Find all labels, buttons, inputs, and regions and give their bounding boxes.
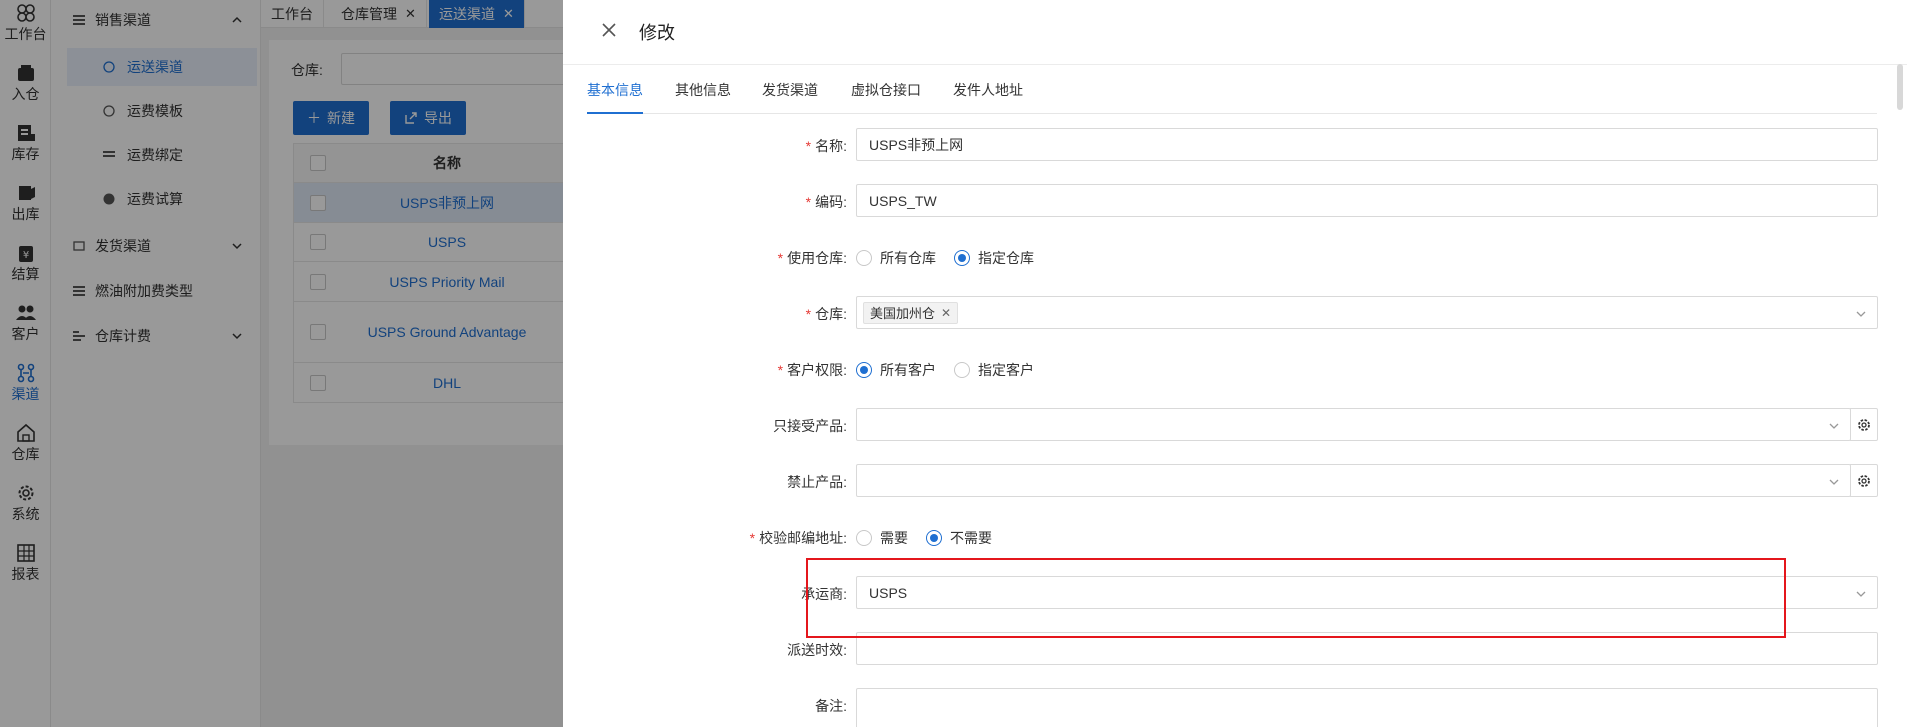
remark-textarea[interactable]	[856, 688, 1878, 727]
tab-sender-address[interactable]: 发件人地址	[953, 80, 1023, 114]
edit-drawer: 修改 基本信息 其他信息 发货渠道 虚拟仓接口 发件人地址 * 名称: USPS非…	[563, 0, 1907, 727]
name-label: * 名称:	[805, 138, 847, 154]
chevron-down-icon	[1829, 423, 1839, 429]
radio-specified-warehouse[interactable]: 指定仓库	[954, 248, 1034, 268]
accepted-products-label: 只接受产品:	[773, 418, 847, 434]
drawer-tabs: 基本信息 其他信息 发货渠道 虚拟仓接口 发件人地址	[587, 80, 1877, 114]
forbidden-products-select[interactable]	[856, 464, 1851, 497]
forbidden-products-settings-button[interactable]	[1850, 464, 1878, 497]
drawer-title: 修改	[639, 23, 675, 43]
use-warehouse-radio-group: 所有仓库 指定仓库	[856, 248, 1052, 268]
divider	[563, 64, 1907, 65]
customer-permission-radio-group: 所有客户 指定客户	[856, 360, 1052, 380]
carrier-label: 承运商:	[801, 586, 847, 602]
customer-permission-label: * 客户权限:	[777, 362, 847, 378]
validate-zip-label: * 校验邮编地址:	[749, 530, 847, 546]
tab-other-info[interactable]: 其他信息	[675, 80, 731, 114]
forbidden-products-label: 禁止产品:	[787, 474, 847, 490]
radio-all-customers[interactable]: 所有客户	[856, 360, 936, 380]
warehouse-label: * 仓库:	[805, 306, 847, 322]
delivery-time-label: 派送时效:	[787, 642, 847, 658]
tab-virtual-warehouse-api[interactable]: 虚拟仓接口	[851, 80, 921, 114]
accepted-products-settings-button[interactable]	[1850, 408, 1878, 441]
modal-overlay[interactable]	[0, 0, 563, 727]
code-label: * 编码:	[805, 194, 847, 210]
remark-label: 备注:	[815, 698, 847, 714]
chevron-down-icon	[1856, 311, 1866, 317]
tag-close-icon[interactable]: ✕	[941, 306, 951, 320]
name-value: USPS非预上网	[869, 136, 964, 153]
gear-icon	[1857, 474, 1870, 487]
chevron-down-icon	[1829, 479, 1839, 485]
accepted-products-select[interactable]	[856, 408, 1851, 441]
name-field[interactable]: USPS非预上网	[856, 128, 1878, 161]
radio-zip-required[interactable]: 需要	[856, 528, 908, 548]
tab-basic-info[interactable]: 基本信息	[587, 80, 643, 114]
code-value: USPS_TW	[869, 192, 937, 209]
use-warehouse-label: * 使用仓库:	[777, 250, 847, 266]
scrollbar[interactable]	[1897, 64, 1903, 110]
code-field[interactable]: USPS_TW	[856, 184, 1878, 217]
warehouse-select[interactable]: 美国加州仓 ✕	[856, 296, 1878, 329]
carrier-select[interactable]: USPS	[856, 576, 1878, 609]
warehouse-tag: 美国加州仓 ✕	[863, 301, 959, 324]
delivery-time-field[interactable]	[856, 632, 1878, 665]
chevron-down-icon	[1856, 591, 1866, 597]
tab-delivery-channel[interactable]: 发货渠道	[762, 80, 818, 114]
gear-icon	[1857, 418, 1870, 431]
radio-specified-customers[interactable]: 指定客户	[954, 360, 1034, 380]
radio-all-warehouses[interactable]: 所有仓库	[856, 248, 936, 268]
close-icon[interactable]	[599, 20, 619, 40]
validate-zip-radio-group: 需要 不需要	[856, 528, 1010, 548]
radio-zip-not-required[interactable]: 不需要	[926, 528, 992, 548]
carrier-value: USPS	[869, 584, 908, 601]
